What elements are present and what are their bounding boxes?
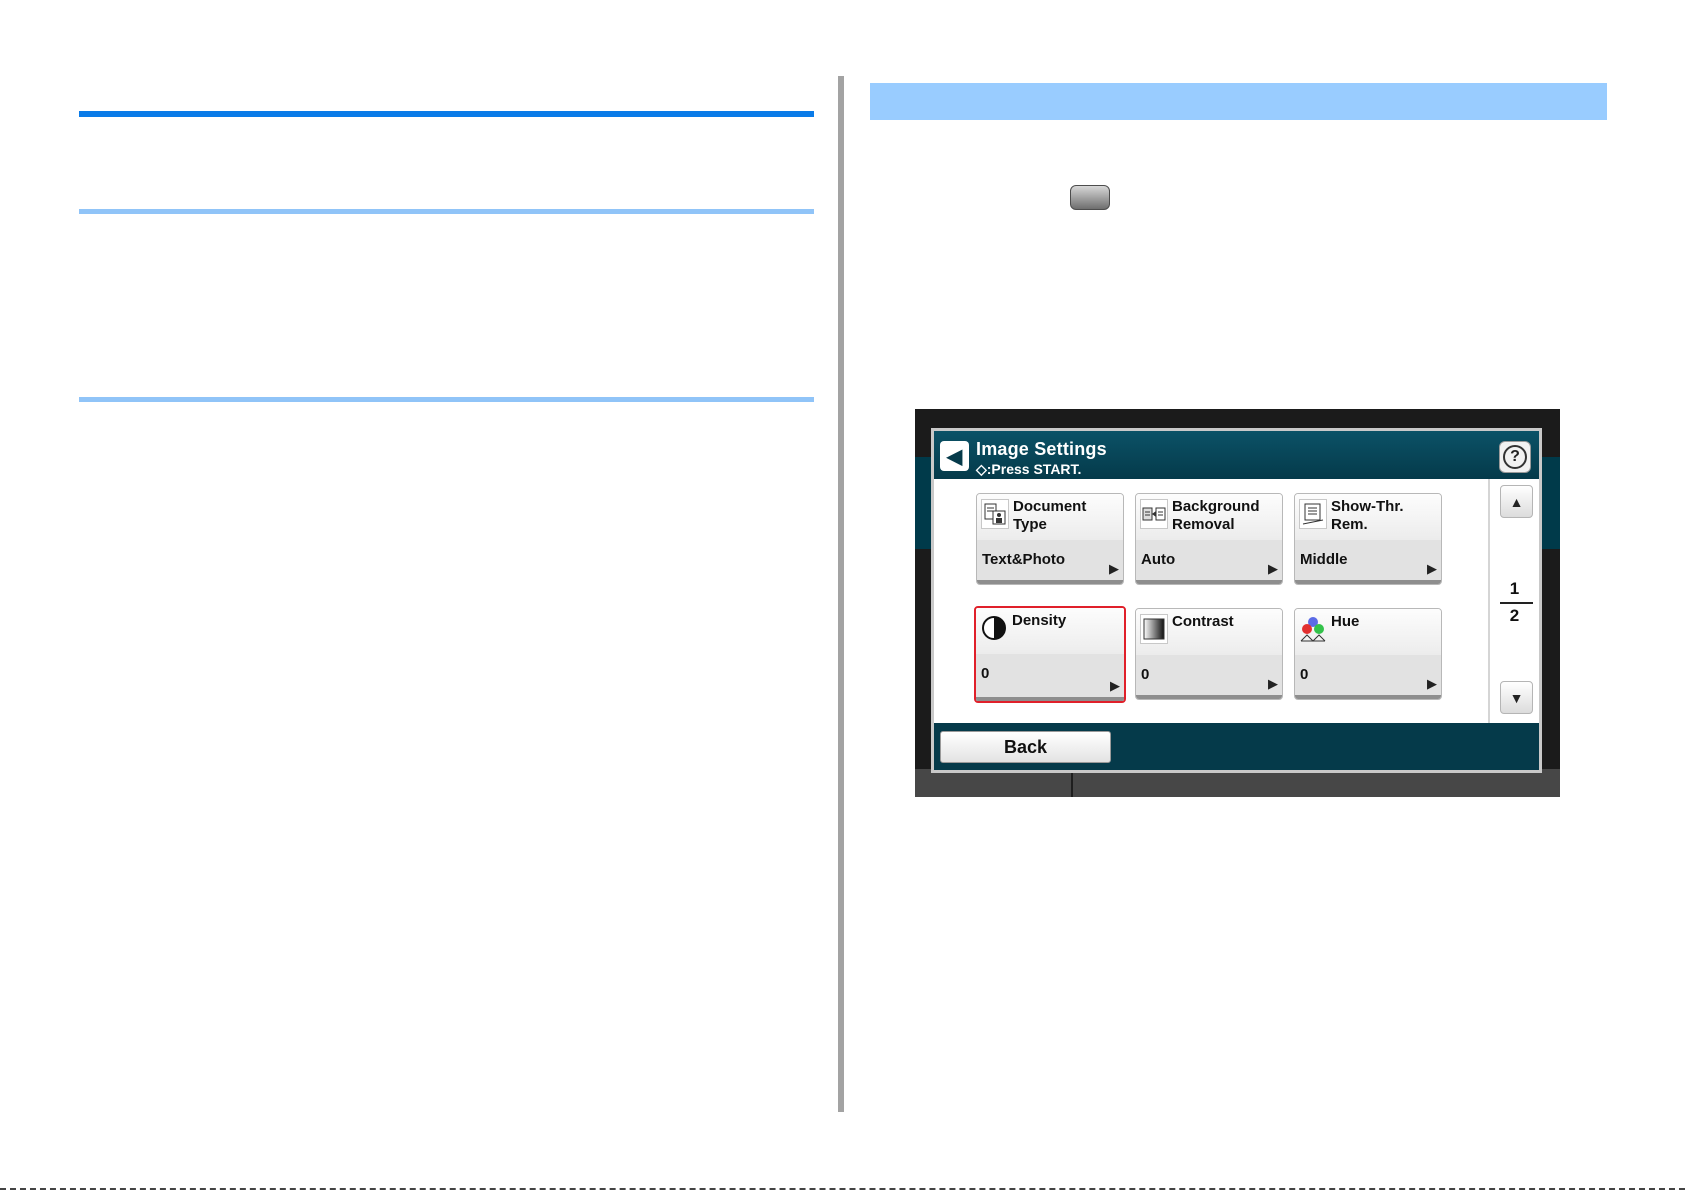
tile-value: 0 (1300, 666, 1309, 683)
touch-screen: ◀ Image Settings ◇:Press START. ? Docume… (931, 428, 1542, 773)
scroll-down-button[interactable]: ▼ (1500, 681, 1533, 714)
tile-label: Density (1012, 612, 1067, 629)
right-arrow-icon: ▶ (1268, 561, 1278, 576)
background-removal-icon (1140, 499, 1168, 529)
scroll-up-button[interactable]: ▲ (1500, 485, 1533, 518)
operator-panel-screenshot: ◀ Image Settings ◇:Press START. ? Docume… (915, 409, 1560, 797)
tile-value: 0 (1141, 666, 1150, 683)
tile-label: Document Type (1013, 498, 1087, 533)
screen-footer: Back (934, 723, 1539, 770)
contrast-tile[interactable]: Contrast 0 ▶ (1135, 608, 1283, 700)
right-arrow-icon: ▶ (1427, 561, 1437, 576)
hue-tile[interactable]: Hue 0 ▶ (1294, 608, 1442, 700)
tile-value: 0 (981, 665, 990, 682)
back-button[interactable]: Back (940, 731, 1111, 763)
document-type-icon (981, 499, 1009, 529)
density-tile[interactable]: Density 0 ▶ (974, 606, 1126, 703)
right-arrow-icon: ▶ (1268, 676, 1278, 691)
right-arrow-icon: ▶ (1109, 561, 1119, 576)
tile-value: Auto (1141, 551, 1176, 568)
subheading-rule (79, 209, 814, 214)
help-button[interactable]: ? (1499, 441, 1531, 473)
right-arrow-icon: ▶ (1110, 678, 1120, 693)
question-mark-icon: ? (1503, 445, 1527, 469)
density-icon (980, 613, 1008, 643)
tile-value: Text&Photo (982, 551, 1066, 568)
show-through-removal-icon (1299, 499, 1327, 529)
show-through-removal-tile[interactable]: Show-Thr. Rem. Middle ▶ (1294, 493, 1442, 585)
screen-subtitle: ◇:Press START. (976, 461, 1082, 477)
right-arrow-icon: ▶ (1427, 676, 1437, 691)
tile-label: Background Removal (1172, 498, 1260, 533)
page-current: 1 (1509, 579, 1520, 598)
heading-rule (79, 111, 814, 117)
screen-header: ◀ Image Settings ◇:Press START. ? (934, 431, 1539, 479)
page-total: 2 (1509, 606, 1520, 625)
hue-icon (1299, 614, 1327, 644)
document-type-tile[interactable]: Document Type Text&Photo ▶ (976, 493, 1124, 585)
page-bottom-rule (0, 1188, 1685, 1190)
tile-label: Show-Thr. Rem. (1331, 498, 1404, 533)
start-key-icon (1070, 185, 1110, 210)
contrast-icon (1140, 614, 1168, 644)
subheading-rule-2 (79, 397, 814, 402)
column-divider (838, 76, 844, 1112)
page-fraction-line (1500, 602, 1533, 604)
screen-title: Image Settings (976, 439, 1107, 459)
tile-label: Contrast (1172, 613, 1234, 630)
section-header-bar (870, 83, 1607, 120)
back-arrow-icon[interactable]: ◀ (940, 441, 969, 471)
tile-value: Middle (1300, 551, 1348, 568)
settings-grid: Document Type Text&Photo ▶ Background Remo… (934, 479, 1488, 723)
tile-label: Hue (1331, 613, 1360, 630)
background-removal-tile[interactable]: Background Removal Auto ▶ (1135, 493, 1283, 585)
page-navigator: ▲ 1 2 ▼ (1488, 479, 1539, 723)
